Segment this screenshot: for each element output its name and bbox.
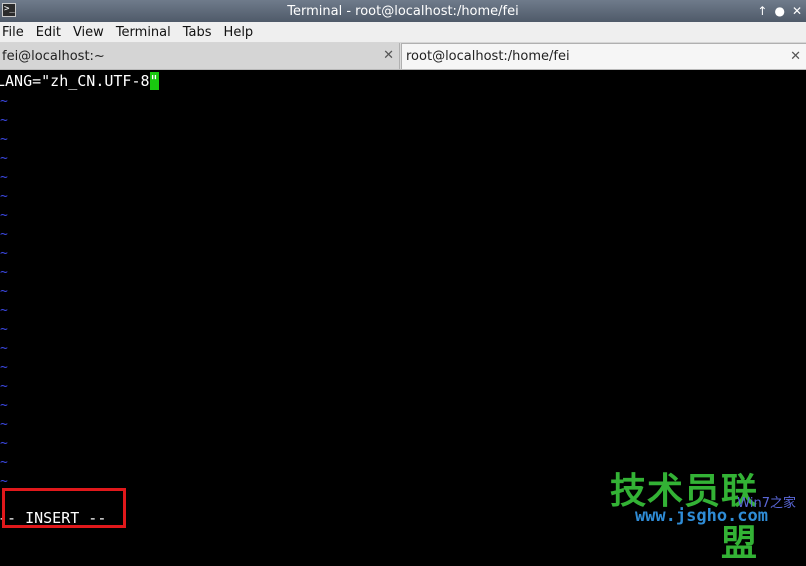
line-text: LANG="zh_CN.UTF-8: [0, 72, 150, 90]
watermark-url: www.jsgho.com: [634, 506, 768, 526]
tilde-marker: ~: [0, 170, 8, 185]
close-icon[interactable]: ✕: [383, 48, 394, 63]
tilde-marker: ~: [0, 455, 8, 470]
close-icon[interactable]: ✕: [792, 4, 802, 18]
watermark-logo: 技术员联盟 Win7之家 www.jsgho.com: [576, 462, 796, 564]
menu-bar: File Edit View Terminal Tabs Help: [0, 22, 806, 43]
tab-bar: fei@localhost:~ ✕ root@localhost:/home/f…: [0, 43, 806, 70]
tab-fei-home[interactable]: fei@localhost:~ ✕: [0, 43, 400, 69]
menu-tabs[interactable]: Tabs: [181, 25, 220, 40]
menu-edit[interactable]: Edit: [34, 25, 69, 40]
tilde-marker: ~: [0, 132, 8, 147]
window-title: Terminal - root@localhost:/home/fei: [287, 3, 519, 19]
tilde-marker: ~: [0, 303, 8, 318]
tilde-marker: ~: [0, 189, 8, 204]
tilde-marker: ~: [0, 322, 8, 337]
tilde-marker: ~: [0, 94, 8, 109]
tilde-marker: ~: [0, 208, 8, 223]
menu-terminal[interactable]: Terminal: [114, 25, 179, 40]
tilde-marker: ~: [0, 417, 8, 432]
shade-dot-icon[interactable]: ●: [774, 4, 784, 18]
close-icon[interactable]: ✕: [790, 49, 801, 64]
terminal-output[interactable]: LANG="zh_CN.UTF-8" ~ ~ ~ ~ ~ ~ ~ ~ ~ ~ ~ ~ ~ ~ ~ ~ ~ ~ ~ ~ ~: [0, 70, 806, 530]
menu-file[interactable]: File: [0, 25, 32, 40]
tilde-marker: ~: [0, 379, 8, 394]
text-cursor: ": [149, 72, 159, 90]
tab-root-home-fei[interactable]: root@localhost:/home/fei ✕: [401, 43, 806, 69]
tab-label: root@localhost:/home/fei: [406, 49, 570, 64]
tilde-marker: ~: [0, 284, 8, 299]
menu-help[interactable]: Help: [222, 25, 262, 40]
maximize-arrow-icon[interactable]: ↑: [757, 4, 767, 18]
terminal-line: LANG="zh_CN.UTF-8": [0, 72, 159, 90]
window-controls: ↑ ● ✕: [757, 0, 802, 22]
tilde-marker: ~: [0, 151, 8, 166]
window-titlebar: >_ Terminal - root@localhost:/home/fei ↑…: [0, 0, 806, 23]
tilde-marker: ~: [0, 113, 8, 128]
tilde-marker: ~: [0, 398, 8, 413]
tilde-marker: ~: [0, 360, 8, 375]
tilde-marker: ~: [0, 246, 8, 261]
tab-label: fei@localhost:~: [2, 48, 105, 64]
tilde-marker: ~: [0, 265, 8, 280]
tilde-marker: ~: [0, 227, 8, 242]
tilde-marker: ~: [0, 341, 8, 356]
tilde-marker: ~: [0, 474, 8, 489]
tilde-marker: ~: [0, 436, 8, 451]
menu-view[interactable]: View: [71, 25, 112, 40]
terminal-icon: >_: [2, 3, 16, 17]
annotation-highlight-box: [2, 488, 126, 528]
